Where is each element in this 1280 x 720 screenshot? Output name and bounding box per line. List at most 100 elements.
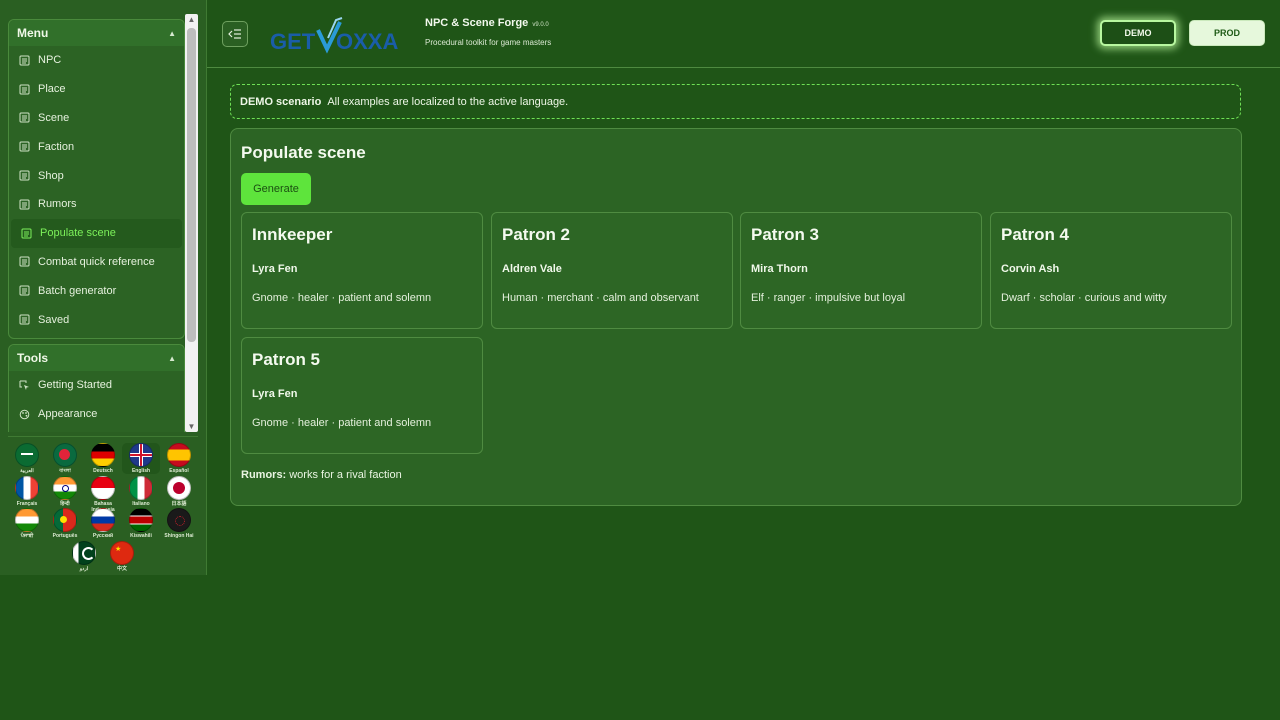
language-french[interactable]: Français [8, 476, 46, 507]
sidebar-item-label: Populate scene [40, 227, 116, 240]
sidebar-item-npc[interactable]: NPC [9, 46, 184, 75]
npc-card: Patron 3 Mira Thorn Elf · ranger · impul… [740, 212, 982, 329]
document-icon [19, 199, 30, 210]
language-label: Kiswahili [130, 533, 152, 539]
language-punjabi[interactable]: ਪੰਜਾਬੀ [8, 508, 46, 539]
npc-name: Aldren Vale [502, 263, 562, 275]
language-russian[interactable]: Русский [84, 508, 122, 539]
app-subtitle: Procedural toolkit for game masters [425, 38, 552, 47]
npc-description: Gnome · healer · patient and solemn [252, 417, 432, 429]
indonesia-flag-icon [91, 476, 115, 500]
sidebar: Menu ▲ NPC Place Scene Faction Shop Rumo… [0, 0, 207, 575]
language-label: Español [169, 468, 189, 474]
uk-flag-icon [129, 443, 153, 467]
sidebar-item-combat-quick-reference[interactable]: Combat quick reference [9, 248, 184, 277]
language-bengali[interactable]: বাংলা [46, 443, 84, 474]
document-icon [19, 285, 30, 296]
sidebar-item-scene[interactable]: Scene [9, 104, 184, 133]
sidebar-toggle-button[interactable] [222, 21, 248, 47]
emblem-flag-icon [167, 508, 191, 532]
sidebar-item-appearance[interactable]: Appearance [9, 400, 184, 429]
npc-name: Mira Thorn [751, 263, 808, 275]
sidebar-scrollbar[interactable]: ▲ ▼ [185, 14, 198, 432]
prod-env-button[interactable]: PROD [1189, 20, 1265, 46]
language-arabic[interactable]: العربية [8, 443, 46, 474]
scroll-down-arrow-icon[interactable]: ▼ [185, 422, 198, 431]
demo-env-button[interactable]: DEMO [1100, 20, 1176, 46]
sidebar-item-shop[interactable]: Shop [9, 161, 184, 190]
document-icon [19, 314, 30, 325]
portugal-flag-icon [53, 508, 77, 532]
sidebar-item-label: Scene [38, 111, 70, 124]
sidebar-item-label: Rumors [38, 198, 77, 211]
npc-description: Human · merchant · calm and observant [502, 292, 699, 304]
banner-text: All examples are localized to the active… [327, 95, 569, 108]
china-flag-icon: ★ [110, 541, 134, 565]
sidebar-item-populate-scene[interactable]: Populate scene [11, 218, 182, 248]
npc-card: Patron 4 Corvin Ash Dwarf · scholar · cu… [990, 212, 1232, 329]
rumors-text: works for a rival faction [289, 469, 402, 481]
language-label: Português [52, 533, 78, 539]
rumors-label: Rumors: [241, 469, 287, 481]
palette-icon [19, 409, 30, 419]
language-portuguese[interactable]: Português [46, 508, 84, 539]
language-label: Deutsch [93, 468, 113, 474]
sidebar-item-label: Saved [38, 313, 70, 326]
spain-flag-icon [167, 443, 191, 467]
app-title: NPC & Scene Forge v9.0.0 [425, 17, 549, 29]
france-flag-icon [15, 476, 39, 500]
language-label: 日本語 [171, 501, 187, 507]
app-title-text: NPC & Scene Forge [425, 17, 529, 29]
scrollbar-thumb[interactable] [187, 28, 196, 342]
document-icon [21, 228, 32, 239]
language-chinese[interactable]: ★ 中文 [103, 541, 141, 572]
sidebar-item-label: Batch generator [38, 284, 117, 297]
language-english[interactable]: English [122, 443, 160, 474]
document-icon [19, 55, 30, 66]
tools-panel-header[interactable]: Tools ▲ [9, 345, 184, 371]
sidebar-item-faction[interactable]: Faction [9, 132, 184, 161]
sidebar-item-rumors[interactable]: Rumors [9, 190, 184, 219]
saudi-flag-icon [15, 443, 39, 467]
sidebar-item-saved[interactable]: Saved [9, 305, 184, 334]
rumors-line: Rumors: works for a rival faction [241, 469, 402, 481]
npc-name: Lyra Fen [252, 388, 298, 400]
sidebar-item-label: Combat quick reference [38, 255, 155, 268]
sidebar-item-label: NPC [38, 54, 62, 67]
document-icon [19, 256, 30, 267]
india-flag-icon [15, 508, 39, 532]
document-icon [19, 141, 30, 152]
menu-panel-header[interactable]: Menu ▲ [9, 20, 184, 46]
npc-description: Elf · ranger · impulsive but loyal [751, 292, 906, 304]
sidebar-item-batch-generator[interactable]: Batch generator [9, 276, 184, 305]
language-shingon-hai[interactable]: Shingon Hai [160, 508, 198, 539]
npc-name: Corvin Ash [1001, 263, 1060, 275]
sidebar-divider [8, 436, 198, 437]
language-german[interactable]: Deutsch [84, 443, 122, 474]
generate-button[interactable]: Generate [241, 173, 311, 205]
sidebar-item-place[interactable]: Place [9, 75, 184, 104]
language-swahili[interactable]: Kiswahili [122, 508, 160, 539]
demo-scenario-banner: DEMO scenario All examples are localized… [230, 84, 1241, 119]
kenya-flag-icon [129, 508, 153, 532]
npc-role: Patron 4 [1001, 225, 1070, 244]
language-label: ਪੰਜਾਬੀ [20, 533, 34, 539]
language-italian[interactable]: Italiano [122, 476, 160, 507]
language-japanese[interactable]: 日本語 [160, 476, 198, 507]
collapse-sidebar-icon [228, 29, 241, 39]
language-label: Italiano [132, 501, 150, 507]
npc-role: Patron 3 [751, 225, 820, 244]
language-urdu[interactable]: اردو [65, 541, 103, 572]
sidebar-item-getting-started[interactable]: Getting Started [9, 371, 184, 400]
populate-scene-card: Populate scene Generate Innkeeper Lyra F… [230, 128, 1242, 506]
language-spanish[interactable]: Español [160, 443, 198, 474]
language-label: English [131, 468, 151, 474]
banner-label: DEMO scenario [240, 95, 322, 108]
bangladesh-flag-icon [53, 443, 77, 467]
npc-card: Patron 5 Lyra Fen Gnome · healer · patie… [241, 337, 483, 454]
scroll-up-arrow-icon[interactable]: ▲ [185, 15, 198, 24]
sidebar-scroll-area[interactable]: Menu ▲ NPC Place Scene Faction Shop Rumo… [0, 14, 200, 432]
page-title: Populate scene [241, 143, 366, 162]
russia-flag-icon [91, 508, 115, 532]
language-hindi[interactable]: हिन्दी [46, 476, 84, 507]
